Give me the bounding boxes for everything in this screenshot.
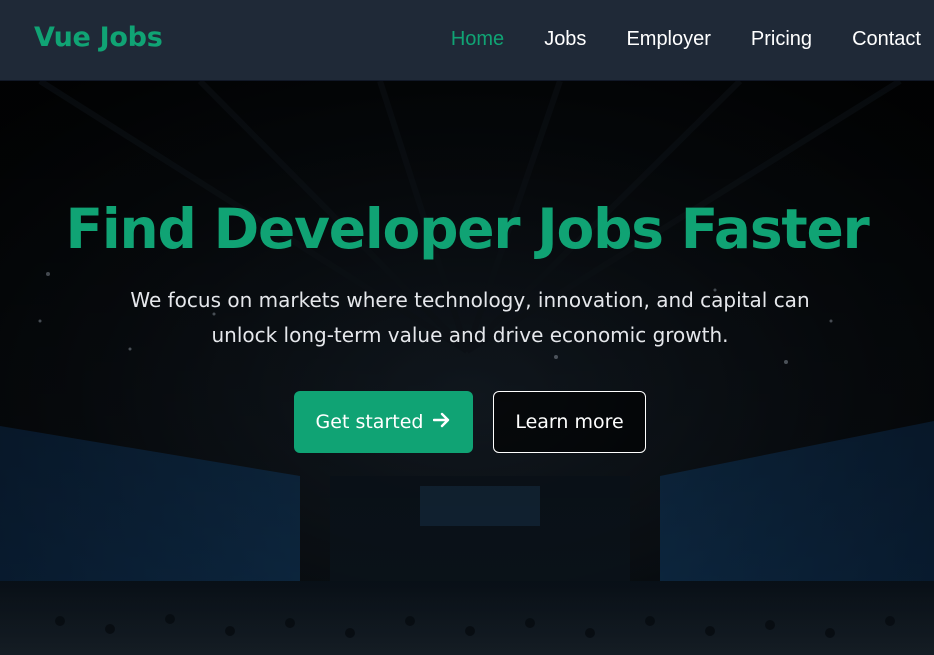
nav-item-jobs[interactable]: Jobs bbox=[544, 28, 586, 51]
get-started-button[interactable]: Get started bbox=[294, 391, 473, 453]
nav-item-employer[interactable]: Employer bbox=[626, 28, 710, 51]
hero-title: Find Developer Jobs Faster bbox=[65, 197, 869, 261]
nav-links: Home Jobs Employer Pricing Contact bbox=[451, 28, 921, 51]
hero-section: Find Developer Jobs Faster We focus on m… bbox=[0, 81, 934, 655]
nav-item-contact[interactable]: Contact bbox=[852, 28, 921, 51]
hero-subtitle: We focus on markets where technology, in… bbox=[130, 288, 810, 347]
navbar: Vue Jobs Home Jobs Employer Pricing Cont… bbox=[0, 0, 934, 81]
learn-more-button[interactable]: Learn more bbox=[493, 391, 646, 453]
arrow-right-icon bbox=[433, 411, 451, 433]
logo[interactable]: Vue Jobs bbox=[34, 22, 163, 53]
learn-more-label: Learn more bbox=[515, 411, 624, 433]
nav-item-home[interactable]: Home bbox=[451, 28, 504, 51]
hero-overlay bbox=[0, 81, 934, 655]
nav-item-pricing[interactable]: Pricing bbox=[751, 28, 812, 51]
get-started-label: Get started bbox=[315, 411, 424, 433]
